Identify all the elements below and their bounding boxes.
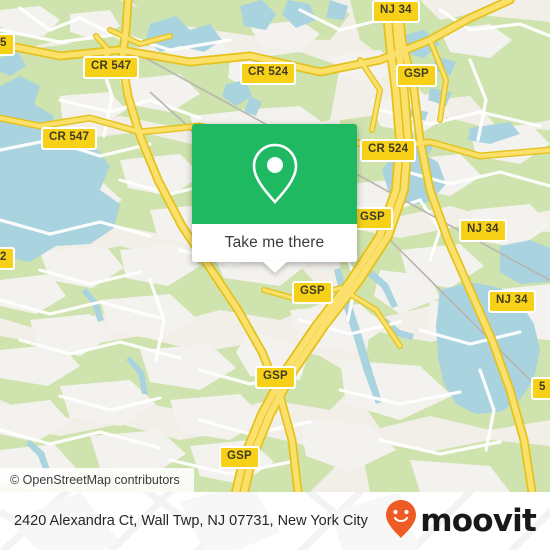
highway-shield: CR 547 xyxy=(41,127,98,150)
highway-shield: GSP xyxy=(292,281,333,304)
highway-shield-label: GSP xyxy=(300,285,325,297)
highway-shield-label: NJ 34 xyxy=(496,294,528,306)
highway-shield: GSP xyxy=(219,446,260,469)
highway-shield: CR 524 xyxy=(240,62,297,85)
popup-icon-area xyxy=(192,124,357,224)
highway-shield-label: CR 524 xyxy=(368,143,409,155)
highway-shield: CR 547 xyxy=(83,56,140,79)
highway-shield-label: GSP xyxy=(360,211,385,223)
highway-shield-label: 2 xyxy=(0,251,7,263)
highway-shield: NJ 34 xyxy=(459,219,507,242)
address-text: 2420 Alexandra Ct, Wall Twp, NJ 07731, N… xyxy=(14,512,368,529)
highway-shield: GSP xyxy=(255,366,296,389)
highway-shield: 5 xyxy=(531,377,550,400)
highway-shield-label: CR 524 xyxy=(248,66,289,78)
highway-shield: NJ 34 xyxy=(488,290,536,313)
highway-shield-label: GSP xyxy=(404,68,429,80)
highway-shield: 5 xyxy=(0,33,15,56)
highway-shield-label: NJ 34 xyxy=(467,223,499,235)
moovit-logo[interactable]: moovit xyxy=(385,499,537,544)
highway-shield-label: 5 xyxy=(0,37,7,49)
highway-shield: GSP xyxy=(352,207,393,230)
highway-shield: CR 524 xyxy=(360,139,417,162)
map-screen: NJ 34 CR 547 CR 524 GSP 5 CR 547 CR 524 NJ 34 GS… xyxy=(0,0,550,550)
moovit-wordmark: moovit xyxy=(420,502,537,539)
map-canvas[interactable]: NJ 34 CR 547 CR 524 GSP 5 CR 547 CR 524 NJ 34 GS… xyxy=(0,0,550,492)
popup-action-area[interactable]: Take me there xyxy=(192,224,357,273)
highway-shield: GSP xyxy=(396,64,437,87)
footer-bar: 2420 Alexandra Ct, Wall Twp, NJ 07731, N… xyxy=(0,492,550,550)
highway-shield: NJ 34 xyxy=(372,0,420,23)
destination-popup-card[interactable]: Take me there xyxy=(192,124,357,273)
popup-pointer xyxy=(261,261,288,273)
highway-shield-label: 5 xyxy=(539,381,546,393)
highway-shield-label: GSP xyxy=(263,370,288,382)
highway-shield-label: CR 547 xyxy=(49,131,90,143)
highway-shield: 2 xyxy=(0,247,15,270)
location-pin-icon xyxy=(247,141,303,207)
take-me-there-label: Take me there xyxy=(224,234,325,251)
highway-shield-label: GSP xyxy=(227,450,252,462)
highway-shield-label: CR 547 xyxy=(91,60,132,72)
map-attribution[interactable]: © OpenStreetMap contributors xyxy=(0,468,194,492)
attribution-text: © OpenStreetMap contributors xyxy=(10,473,180,487)
highway-shield-label: NJ 34 xyxy=(380,4,412,16)
moovit-smiley-pin-icon xyxy=(385,499,417,544)
